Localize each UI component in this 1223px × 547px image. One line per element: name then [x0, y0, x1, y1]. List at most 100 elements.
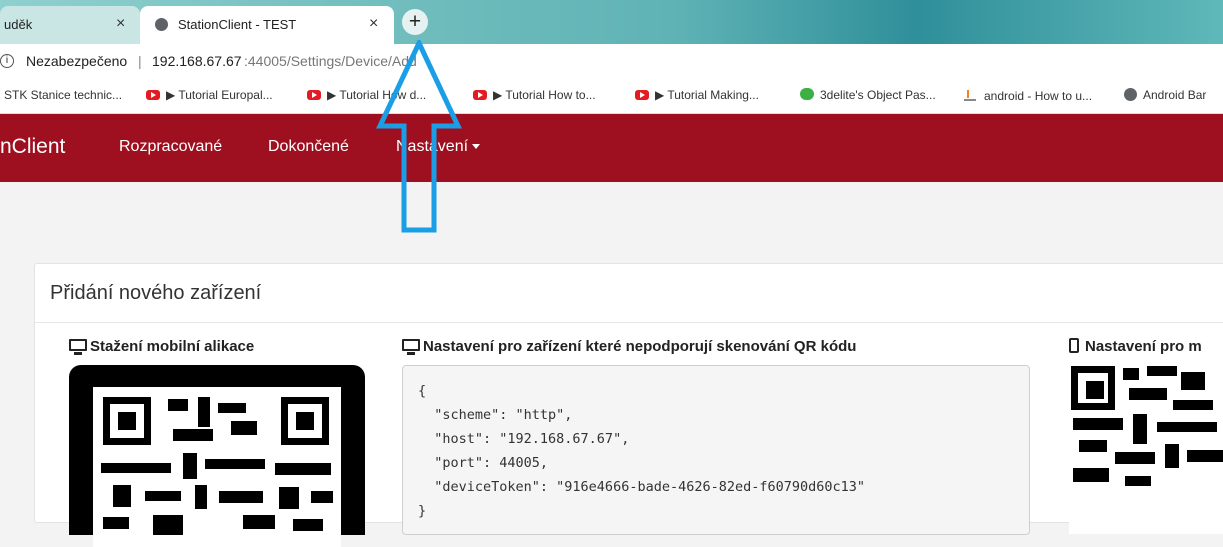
- security-label: Nezabezpečeno: [26, 53, 128, 69]
- navbar-brand[interactable]: nClient: [0, 135, 65, 159]
- close-tab-icon[interactable]: ×: [116, 15, 125, 33]
- qr-module: [1157, 422, 1217, 432]
- heading-label: Nastavení pro zařízení které nepodporují…: [423, 338, 857, 355]
- mobile-settings-heading: Nastavení pro m: [1069, 338, 1202, 355]
- qr-module: [231, 421, 257, 435]
- qr-module: [205, 459, 265, 469]
- stackoverflow-icon: [964, 88, 976, 101]
- address-bar[interactable]: i Nezabezpečeno | 192.168.67.67 :44005/S…: [0, 44, 1223, 78]
- qr-module: [101, 463, 171, 473]
- device-config-json[interactable]: { "scheme": "http", "host": "192.168.67.…: [402, 365, 1030, 535]
- heading-label: Nastavení pro m: [1085, 338, 1202, 355]
- qr-finder-pattern: [281, 397, 329, 445]
- qr-module: [275, 463, 331, 475]
- qr-module: [153, 515, 183, 535]
- qr-finder-pattern: [103, 397, 151, 445]
- mobile-settings-qr-code: [1069, 364, 1223, 534]
- bookmark-label: 3delite's Object Pas...: [820, 88, 936, 102]
- json-line: "host": "192.168.67.67",: [418, 431, 630, 447]
- bookmark-item[interactable]: android - How to u...: [964, 88, 1092, 103]
- tab-title: uděk: [4, 17, 33, 32]
- qr-module: [1129, 388, 1167, 400]
- bookmark-item[interactable]: ▶ Tutorial Europal...: [146, 88, 273, 102]
- eye-icon: [800, 88, 814, 100]
- new-tab-button[interactable]: +: [402, 9, 428, 35]
- json-line: "scheme": "http",: [418, 407, 573, 423]
- qr-module: [243, 515, 275, 529]
- qr-module: [219, 491, 263, 503]
- json-line: }: [418, 503, 427, 519]
- qr-module: [1125, 476, 1151, 486]
- qr-module: [218, 403, 246, 413]
- panel-title: Přidání nového zařízení: [50, 282, 262, 304]
- heading-label: Stažení mobilní alikace: [90, 338, 255, 355]
- tab-stationclient[interactable]: StationClient - TEST ×: [140, 6, 394, 44]
- bookmark-label: ▶ Tutorial How to...: [493, 88, 596, 102]
- qr-module: [113, 485, 131, 507]
- qr-module: [168, 399, 188, 411]
- nav-item-dokoncene[interactable]: Dokončené: [268, 138, 349, 156]
- youtube-icon: [473, 90, 487, 100]
- add-device-panel: Přidání nového zařízení Stažení mobilní …: [34, 263, 1223, 547]
- qr-module: [198, 397, 210, 427]
- download-app-heading: Stažení mobilní alikace: [69, 338, 254, 355]
- bookmark-label: android - How to u...: [984, 89, 1093, 103]
- panel-header: Přidání nového zařízení: [35, 264, 1223, 323]
- bookmark-item[interactable]: Android Bar: [1124, 88, 1206, 102]
- qr-module: [1133, 414, 1147, 444]
- address-separator: |: [138, 53, 142, 69]
- qr-module: [173, 429, 213, 441]
- youtube-icon: [635, 90, 649, 100]
- qr-module: [279, 487, 299, 509]
- json-line: "deviceToken": "916e4666-bade-4626-82ed-…: [418, 479, 866, 495]
- annotation-arrow: [376, 40, 462, 233]
- app-navbar: nClient Rozpracované Dokončené Nastavení: [0, 114, 1223, 182]
- bookmark-label: Android Bar: [1143, 88, 1207, 102]
- bookmark-item[interactable]: STK Stanice technic...: [4, 88, 122, 102]
- info-icon[interactable]: i: [0, 54, 14, 68]
- tab-title: StationClient - TEST: [178, 17, 297, 32]
- desktop-icon: [69, 339, 87, 355]
- desktop-icon: [402, 339, 420, 355]
- qr-module: [145, 491, 181, 501]
- qr-module: [1115, 452, 1155, 464]
- qr-module: [183, 453, 197, 479]
- qr-code-body: [93, 387, 341, 547]
- bookmark-item[interactable]: 3delite's Object Pas...: [800, 88, 936, 102]
- json-line: {: [418, 383, 427, 399]
- json-line: "port": 44005,: [418, 455, 549, 471]
- caret-down-icon: [472, 144, 481, 149]
- bookmark-item[interactable]: ▶ Tutorial Making...: [635, 88, 759, 102]
- close-tab-icon[interactable]: ×: [369, 15, 378, 33]
- tab-previous[interactable]: uděk ×: [0, 6, 140, 44]
- qr-module: [1079, 440, 1107, 452]
- qr-finder-pattern: [1071, 366, 1115, 410]
- tab-strip: uděk × StationClient - TEST × +: [0, 0, 1223, 44]
- manual-settings-heading: Nastavení pro zařízení které nepodporují…: [402, 338, 856, 355]
- bookmark-item[interactable]: ▶ Tutorial How to...: [473, 88, 596, 102]
- mobile-phone-icon: [1069, 338, 1079, 353]
- globe-icon: [155, 18, 168, 31]
- qr-module: [311, 491, 333, 503]
- qr-module: [1123, 368, 1139, 380]
- qr-module: [1173, 400, 1213, 410]
- qr-module: [1073, 468, 1109, 482]
- bookmarks-bar: STK Stanice technic... ▶ Tutorial Europa…: [0, 78, 1223, 114]
- qr-module: [1073, 418, 1123, 430]
- qr-module: [1187, 450, 1223, 462]
- globe-icon: [1124, 88, 1137, 101]
- nav-item-rozpracovane[interactable]: Rozpracované: [119, 138, 222, 156]
- qr-module: [293, 519, 323, 531]
- bookmark-label: ▶ Tutorial Making...: [655, 88, 759, 102]
- page-content: Přidání nového zařízení Stažení mobilní …: [0, 182, 1223, 547]
- qr-module: [103, 517, 129, 529]
- bookmark-label: ▶ Tutorial Europal...: [166, 88, 273, 102]
- qr-module: [1165, 444, 1179, 468]
- app-download-qr-code: [69, 365, 365, 547]
- qr-module: [1147, 366, 1177, 376]
- qr-module: [1181, 372, 1205, 390]
- youtube-icon: [307, 90, 321, 100]
- url-host: 192.168.67.67: [152, 53, 242, 69]
- bookmark-label: STK Stanice technic...: [4, 88, 123, 102]
- youtube-icon: [146, 90, 160, 100]
